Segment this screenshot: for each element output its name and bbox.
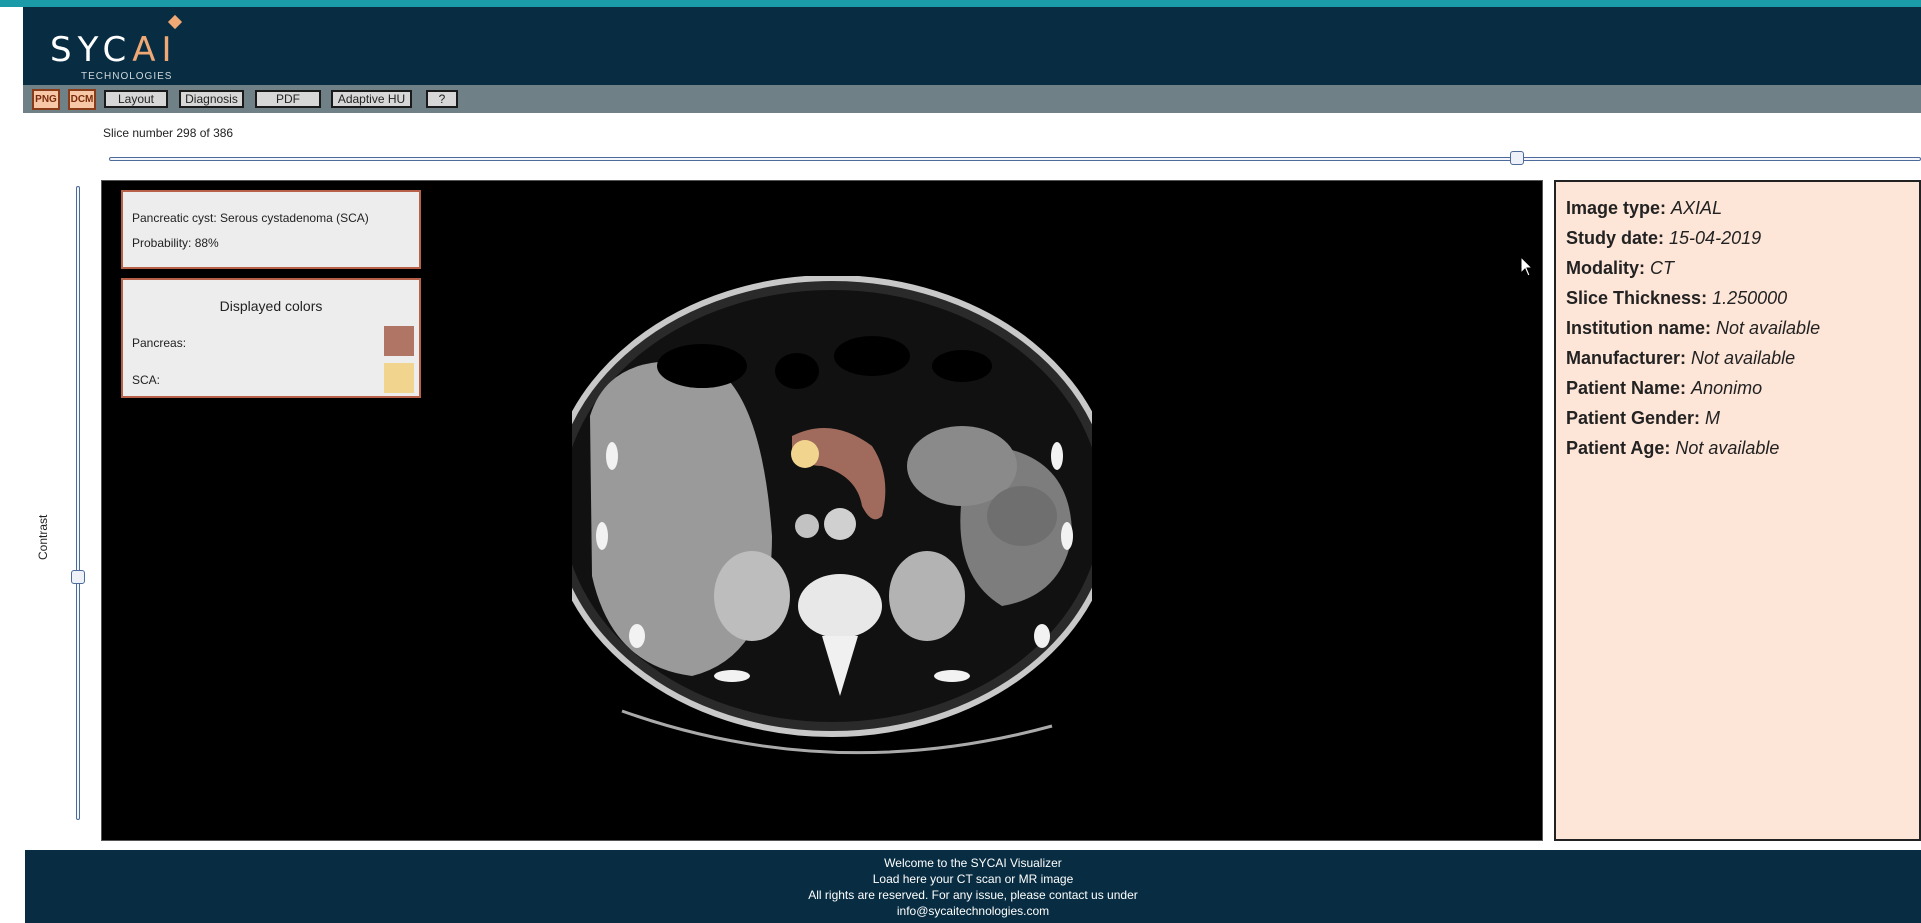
mouse-cursor-icon [1520, 256, 1534, 277]
slice-slider-track[interactable] [109, 157, 1921, 161]
diagnosis-finding: Pancreatic cyst: Serous cystadenoma (SCA… [132, 211, 369, 225]
legend-swatch-sca [384, 363, 414, 393]
footer: Welcome to the SYCAI Visualizer Load her… [25, 850, 1921, 923]
adaptive-hu-button[interactable]: Adaptive HU [331, 90, 412, 108]
contrast-slider-handle[interactable] [71, 570, 85, 584]
info-institution: Institution name: Not available [1566, 318, 1821, 338]
info-study-date: Study date: 15-04-2019 [1566, 228, 1762, 248]
help-button[interactable]: ? [426, 90, 458, 108]
info-slice-thickness: Slice Thickness: 1.250000 [1566, 288, 1788, 308]
dcm-export-icon[interactable]: DCM [68, 89, 96, 110]
info-manufacturer: Manufacturer: Not available [1566, 348, 1796, 368]
toolbar: PNG DCM Layout Diagnosis PDF Adaptive HU… [23, 85, 1921, 113]
diagnosis-box: Pancreatic cyst: Serous cystadenoma (SCA… [121, 190, 421, 269]
logo-wordmark: SYCAI [50, 30, 178, 70]
info-patient-gender: Patient Gender: M [1566, 408, 1721, 428]
legend-swatch-pancreas [384, 326, 414, 356]
diagnosis-button[interactable]: Diagnosis [179, 90, 244, 108]
info-patient-name: Patient Name: Anonimo [1566, 378, 1763, 398]
info-modality: Modality: CT [1566, 258, 1675, 278]
logo-subtitle: TECHNOLOGIES [81, 71, 173, 82]
footer-load-hint: Load here your CT scan or MR image [872, 872, 1074, 886]
legend-label-pancreas: Pancreas: [132, 336, 187, 350]
legend-title: Displayed colors [219, 298, 323, 314]
top-accent-strip [0, 0, 1921, 7]
contrast-slider-track[interactable] [76, 186, 80, 820]
footer-welcome: Welcome to the SYCAI Visualizer [884, 856, 1062, 870]
sycai-logo: SYCAI TECHNOLOGIES [50, 14, 183, 82]
footer-rights: All rights are reserved. For any issue, … [808, 888, 1138, 902]
png-export-icon[interactable]: PNG [32, 89, 60, 110]
legend-label-sca: SCA: [132, 373, 161, 387]
ct-axial-slice-image [572, 276, 1092, 755]
layout-button[interactable]: Layout [104, 90, 168, 108]
info-patient-age: Patient Age: Not available [1566, 438, 1780, 458]
footer-contact-email[interactable]: info@sycaitechnologies.com [25, 904, 1921, 918]
displayed-colors-legend: Displayed colors Pancreas: SCA: [121, 278, 421, 398]
diagnosis-probability: Probability: 88% [132, 236, 219, 250]
contrast-label: Contrast [36, 514, 50, 560]
pdf-button[interactable]: PDF [255, 90, 321, 108]
slice-number-label: Slice number 298 of 386 [103, 126, 234, 140]
dicom-info-panel: Image type: AXIAL Study date: 15-04-2019… [1554, 180, 1921, 841]
info-image-type: Image type: AXIAL [1566, 198, 1723, 218]
header: SYCAI TECHNOLOGIES [23, 7, 1921, 85]
logo-diamond-icon [167, 14, 183, 30]
ct-image-viewer[interactable]: Pancreatic cyst: Serous cystadenoma (SCA… [101, 180, 1543, 841]
slice-slider-handle[interactable] [1510, 151, 1524, 165]
